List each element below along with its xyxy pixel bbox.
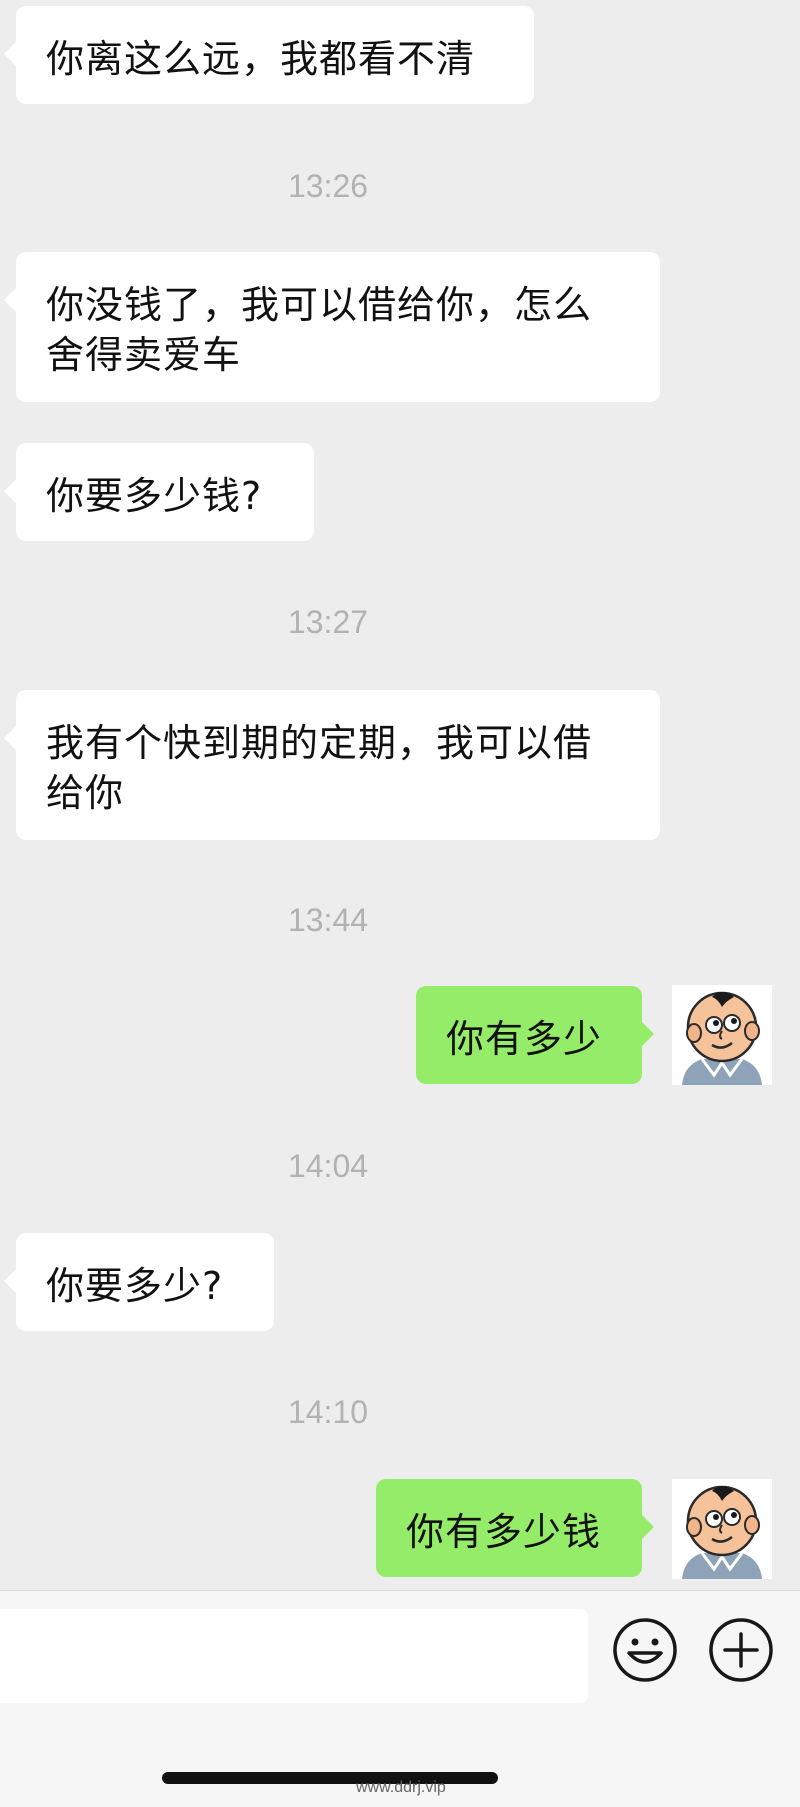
cartoon-baby-avatar-icon	[672, 985, 772, 1085]
message-timestamp: 13:27	[287, 604, 369, 640]
message-timestamp: 14:10	[287, 1394, 369, 1430]
add-button[interactable]	[708, 1617, 774, 1683]
chat-message-list[interactable]: 你离这么远，我都看不清 13:26 你没钱了，我可以借给你，怎么舍得卖爱车 你要…	[0, 0, 800, 1590]
message-bubble-incoming[interactable]: 你离这么远，我都看不清	[4, 6, 534, 104]
message-text: 你要多少钱?	[46, 474, 263, 518]
message-bubble-incoming[interactable]: 你没钱了，我可以借给你，怎么舍得卖爱车	[4, 252, 660, 402]
message-text: 你有多少钱	[406, 1510, 602, 1554]
message-text: 我有个快到期的定期，我可以借给你	[46, 721, 593, 815]
message-bubble-incoming[interactable]: 我有个快到期的定期，我可以借给你	[4, 690, 660, 840]
message-bubble-incoming[interactable]: 你要多少?	[4, 1233, 274, 1331]
chat-input-bar: www.ddrj.vip	[0, 1590, 800, 1807]
message-text: 你没钱了，我可以借给你，怎么舍得卖爱车	[46, 283, 593, 377]
message-timestamp: 14:04	[287, 1148, 369, 1184]
message-timestamp: 13:44	[287, 902, 369, 938]
message-text: 你要多少?	[46, 1264, 224, 1308]
message-bubble-outgoing[interactable]: 你有多少	[416, 986, 654, 1084]
message-bubble-outgoing[interactable]: 你有多少钱	[376, 1479, 654, 1577]
message-text: 你有多少	[446, 1017, 603, 1061]
user-avatar[interactable]	[672, 1479, 772, 1579]
home-indicator[interactable]	[162, 1772, 498, 1784]
watermark-text: www.ddrj.vip	[356, 1779, 446, 1796]
message-timestamp: 13:26	[287, 168, 369, 204]
message-text: 你离这么远，我都看不清	[46, 37, 476, 81]
user-avatar[interactable]	[672, 985, 772, 1085]
cartoon-baby-avatar-icon	[672, 1479, 772, 1579]
plus-circle-icon	[709, 1618, 773, 1682]
message-bubble-incoming[interactable]: 你要多少钱?	[4, 443, 314, 541]
emoji-button[interactable]	[612, 1617, 678, 1683]
emoji-smiley-icon	[613, 1618, 677, 1682]
message-input[interactable]	[0, 1609, 588, 1703]
